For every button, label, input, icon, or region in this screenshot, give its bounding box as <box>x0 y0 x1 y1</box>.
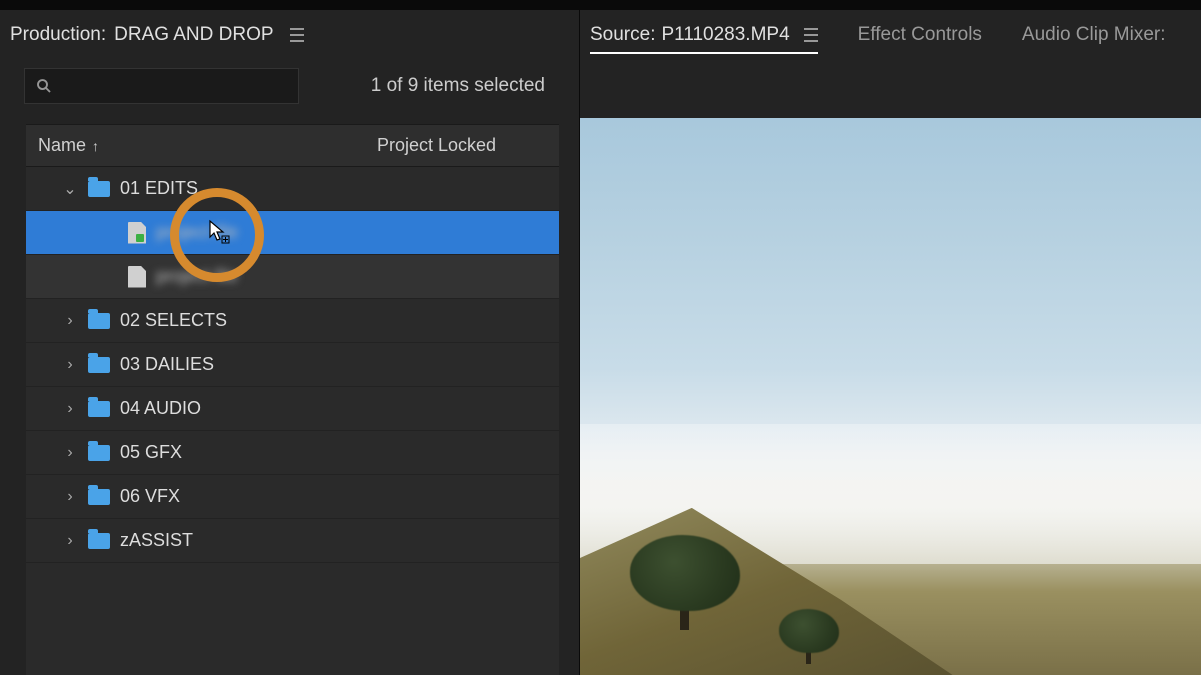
folder-icon <box>88 313 110 329</box>
tab-audio-clip-mixer[interactable]: Audio Clip Mixer: <box>1022 24 1166 46</box>
column-name[interactable]: Name ↑ <box>38 135 377 156</box>
selection-count: 1 of 9 items selected <box>319 75 555 97</box>
panel-tabs: Production: DRAG AND DROP <box>0 10 579 64</box>
folder-icon <box>88 181 110 197</box>
bin-row-gfx[interactable]: › 05 GFX <box>26 431 559 475</box>
column-locked[interactable]: Project Locked <box>377 135 547 156</box>
folder-icon <box>88 357 110 373</box>
production-name[interactable]: DRAG AND DROP <box>114 24 273 46</box>
bin-label: 06 VFX <box>120 486 180 507</box>
tab-effect-controls[interactable]: Effect Controls <box>858 24 982 46</box>
project-file-icon <box>128 222 146 244</box>
folder-icon <box>88 533 110 549</box>
bin-label: 05 GFX <box>120 442 182 463</box>
production-label: Production: <box>10 24 106 46</box>
folder-icon <box>88 401 110 417</box>
list-header: Name ↑ Project Locked <box>26 124 559 167</box>
video-preview-area[interactable] <box>580 118 1201 675</box>
bin-label: 02 SELECTS <box>120 310 227 331</box>
bin-label: zASSIST <box>120 530 193 551</box>
panel-menu-icon[interactable] <box>290 28 304 42</box>
bin-label: 01 EDITS <box>120 178 198 199</box>
bin-row-zassist[interactable]: › zASSIST <box>26 519 559 563</box>
bin-label: project file <box>156 222 238 243</box>
bin-row-audio[interactable]: › 04 AUDIO <box>26 387 559 431</box>
title-bar <box>0 0 1201 10</box>
bin-row-project-selected[interactable]: project file <box>26 211 559 255</box>
chevron-down-icon[interactable]: ⌄ <box>62 179 78 199</box>
source-monitor-panel: Source: P1110283.MP4 Effect Controls Aud… <box>580 10 1201 675</box>
project-panel: Production: DRAG AND DROP 1 of 9 items s… <box>0 10 580 675</box>
bin-label: project file <box>156 266 238 287</box>
bin-row-dailies[interactable]: › 03 DAILIES <box>26 343 559 387</box>
folder-icon <box>88 489 110 505</box>
source-clip-name: P1110283.MP4 <box>661 24 789 46</box>
bin-label: 03 DAILIES <box>120 354 214 375</box>
chevron-right-icon[interactable]: › <box>62 400 78 418</box>
sort-arrow-icon: ↑ <box>92 138 99 154</box>
chevron-right-icon[interactable]: › <box>62 356 78 374</box>
bin-row-selects[interactable]: › 02 SELECTS <box>26 299 559 343</box>
right-panel-tabs: Source: P1110283.MP4 Effect Controls Aud… <box>580 10 1201 68</box>
video-preview <box>580 118 1201 675</box>
chevron-right-icon[interactable]: › <box>62 488 78 506</box>
search-icon <box>35 77 53 95</box>
search-input[interactable] <box>24 68 299 104</box>
bin-list: ⌄ 01 EDITS project file project file › 0… <box>26 167 559 675</box>
chevron-right-icon[interactable]: › <box>62 444 78 462</box>
bin-label: 04 AUDIO <box>120 398 201 419</box>
source-label: Source: <box>590 24 655 46</box>
panel-menu-icon[interactable] <box>804 28 818 42</box>
bin-row-project[interactable]: project file <box>26 255 559 299</box>
chevron-right-icon[interactable]: › <box>62 312 78 330</box>
file-icon <box>128 266 146 288</box>
bin-row-edits[interactable]: ⌄ 01 EDITS <box>26 167 559 211</box>
chevron-right-icon[interactable]: › <box>62 532 78 550</box>
bin-row-vfx[interactable]: › 06 VFX <box>26 475 559 519</box>
folder-icon <box>88 445 110 461</box>
tab-source[interactable]: Source: P1110283.MP4 <box>590 24 818 54</box>
